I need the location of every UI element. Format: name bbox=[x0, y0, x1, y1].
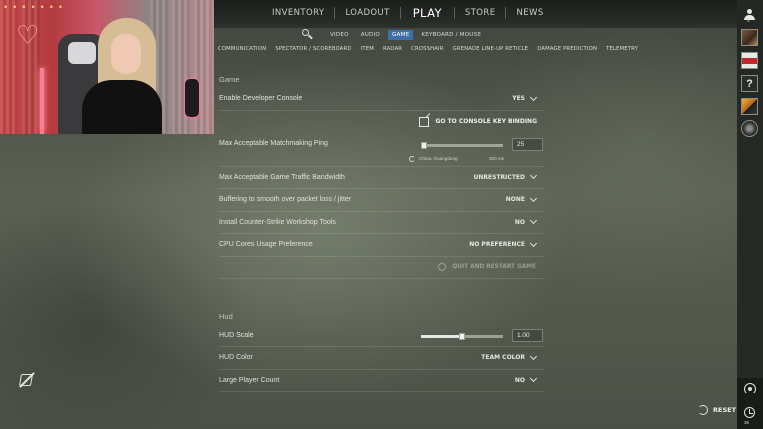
subtab-crosshair[interactable]: CROSSHAIR bbox=[408, 46, 446, 52]
buffering-dropdown[interactable]: NONE bbox=[505, 194, 538, 204]
setting-developer-console: Enable Developer Console YES bbox=[219, 88, 544, 111]
chevron-down-icon bbox=[529, 172, 538, 180]
tab-audio[interactable]: AUDIO bbox=[357, 30, 384, 40]
power-icon bbox=[438, 263, 447, 271]
chevron-down-icon bbox=[529, 194, 538, 202]
setting-hud-scale: HUD Scale 1.00 bbox=[219, 325, 544, 347]
chevron-down-icon bbox=[529, 217, 538, 225]
nav-news[interactable]: NEWS bbox=[506, 8, 553, 18]
nav-inventory[interactable]: INVENTORY bbox=[262, 8, 334, 18]
ping-slider-knob[interactable] bbox=[421, 141, 427, 149]
history-count: 36 bbox=[744, 420, 750, 425]
region-ping: 300 ms bbox=[489, 155, 505, 161]
setting-workshop-tools: Install Counter-Strike Workshop Tools NO bbox=[219, 212, 544, 234]
setting-traffic-bandwidth: Max Acceptable Game Traffic Bandwidth UN… bbox=[219, 167, 544, 189]
tab-video[interactable]: VIDEO bbox=[326, 30, 353, 40]
broadcast-icon[interactable] bbox=[744, 383, 756, 395]
settings-tabs: VIDEO AUDIO GAME KEYBOARD / MOUSE bbox=[300, 28, 487, 42]
mic-off-icon[interactable] bbox=[18, 372, 36, 388]
region-name: China, Guangdong bbox=[419, 156, 458, 161]
section-title-hud: Hud bbox=[219, 311, 233, 321]
tab-game[interactable]: GAME bbox=[388, 30, 414, 40]
setting-hud-color: HUD Color TEAM COLOR bbox=[219, 347, 544, 370]
large-player-count-dropdown[interactable]: NO bbox=[514, 375, 538, 384]
chevron-down-icon bbox=[529, 375, 538, 383]
workshop-tools-dropdown[interactable]: NO bbox=[514, 217, 538, 226]
setting-label: Install Counter-Strike Workshop Tools bbox=[219, 218, 336, 226]
history-icon[interactable] bbox=[744, 407, 755, 418]
ping-slider-track[interactable] bbox=[421, 143, 503, 147]
dropdown-value: YES bbox=[512, 95, 525, 103]
developer-console-dropdown[interactable]: YES bbox=[512, 93, 538, 103]
chevron-down-icon bbox=[529, 352, 538, 360]
chevron-down-icon bbox=[529, 93, 538, 101]
right-sidebar: 3 ? 36 bbox=[737, 0, 763, 429]
dropdown-value: NO bbox=[514, 218, 525, 226]
tab-keyboard-mouse[interactable]: KEYBOARD / MOUSE bbox=[417, 30, 485, 40]
avatar[interactable] bbox=[741, 52, 758, 69]
settings-panel: Game Enable Developer Console YES GO TO … bbox=[219, 70, 544, 392]
setting-label: CPU Cores Usage Preference bbox=[219, 241, 313, 249]
subtab-telemetry[interactable]: TELEMETRY bbox=[603, 46, 641, 52]
game-subtabs: COMMUNICATION SPECTATOR / SCOREBOARD ITE… bbox=[215, 46, 644, 52]
subtab-item[interactable]: ITEM bbox=[358, 46, 377, 52]
subtab-communication[interactable]: COMMUNICATION bbox=[215, 46, 269, 52]
restart-label: QUIT AND RESTART GAME bbox=[452, 264, 536, 270]
setting-buffering: Buffering to smooth over packet loss / j… bbox=[219, 189, 544, 212]
setting-label: Max Acceptable Matchmaking Ping bbox=[219, 139, 328, 147]
setting-matchmaking-ping: Max Acceptable Matchmaking Ping 25 China… bbox=[219, 133, 544, 167]
dropdown-value: TEAM COLOR bbox=[481, 354, 525, 362]
hud-scale-slider-knob[interactable] bbox=[459, 332, 465, 340]
reset-button[interactable]: RESET bbox=[698, 405, 736, 415]
search-icon[interactable] bbox=[300, 28, 314, 42]
external-link-icon[interactable] bbox=[419, 116, 430, 127]
chevron-down-icon bbox=[529, 239, 538, 247]
nav-loadout[interactable]: LOADOUT bbox=[335, 8, 399, 18]
hud-scale-input[interactable]: 1.00 bbox=[512, 328, 543, 342]
ping-value-input[interactable]: 25 bbox=[512, 137, 543, 151]
quit-restart-button[interactable]: QUIT AND RESTART GAME bbox=[219, 257, 544, 279]
hud-color-dropdown[interactable]: TEAM COLOR bbox=[481, 352, 538, 362]
main-nav: INVENTORY LOADOUT PLAY STORE NEWS bbox=[262, 6, 554, 20]
setting-cpu-cores: CPU Cores Usage Preference NO PREFERENCE bbox=[219, 234, 544, 257]
avatar[interactable] bbox=[741, 120, 758, 137]
nav-store[interactable]: STORE bbox=[455, 8, 506, 18]
dropdown-value: NO PREFERENCE bbox=[469, 241, 525, 249]
avatar[interactable] bbox=[741, 98, 758, 115]
dropdown-value: NO bbox=[514, 376, 525, 384]
setting-label: Max Acceptable Game Traffic Bandwidth bbox=[219, 173, 345, 181]
subtab-grenade-lineup-reticle[interactable]: GRENADE LINE-UP RETICLE bbox=[450, 46, 532, 52]
friends-count: 3 bbox=[747, 18, 750, 23]
subtab-damage-prediction[interactable]: DAMAGE PREDICTION bbox=[534, 46, 600, 52]
setting-large-player-count: Large Player Count NO bbox=[219, 370, 544, 392]
cpu-cores-dropdown[interactable]: NO PREFERENCE bbox=[469, 239, 538, 249]
hud-scale-slider-fill bbox=[421, 334, 462, 338]
bandwidth-dropdown[interactable]: UNRESTRICTED bbox=[473, 172, 538, 181]
console-binding-row: GO TO CONSOLE KEY BINDING bbox=[219, 111, 544, 133]
setting-label: Enable Developer Console bbox=[219, 95, 303, 103]
setting-label: Large Player Count bbox=[219, 376, 280, 384]
refresh-icon[interactable] bbox=[409, 155, 415, 162]
subtab-radar[interactable]: RADAR bbox=[380, 46, 405, 52]
avatar[interactable] bbox=[741, 29, 758, 46]
dropdown-value: UNRESTRICTED bbox=[473, 173, 525, 181]
setting-label: Buffering to smooth over packet loss / j… bbox=[219, 196, 352, 204]
dropdown-value: NONE bbox=[505, 196, 525, 204]
setting-label: HUD Scale bbox=[219, 331, 254, 339]
console-key-binding-link[interactable]: GO TO CONSOLE KEY BINDING bbox=[435, 118, 537, 125]
webcam-overlay: ••••••• ♡ bbox=[0, 0, 214, 134]
reset-label: RESET bbox=[713, 406, 737, 414]
section-title-game: Game bbox=[219, 75, 240, 84]
avatar[interactable]: ? bbox=[741, 75, 758, 92]
ping-region: China, Guangdong bbox=[409, 155, 458, 162]
setting-label: HUD Color bbox=[219, 354, 253, 362]
subtab-spectator-scoreboard[interactable]: SPECTATOR / SCOREBOARD bbox=[272, 46, 354, 52]
reset-icon bbox=[698, 405, 708, 415]
nav-play[interactable]: PLAY bbox=[401, 6, 454, 20]
